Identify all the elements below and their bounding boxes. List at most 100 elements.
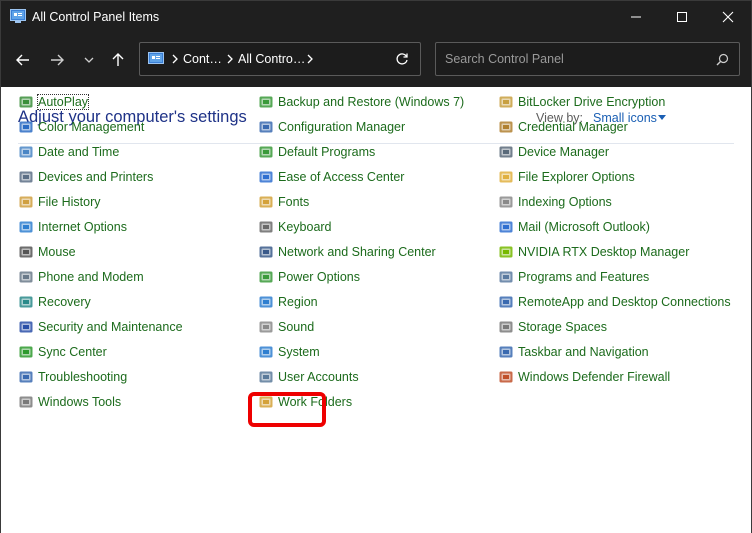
search-box[interactable]: Search Control Panel: [435, 42, 740, 76]
control-panel-item[interactable]: Credential Manager: [498, 114, 731, 139]
recent-locations-button[interactable]: [78, 49, 100, 71]
control-panel-item[interactable]: Taskbar and Navigation: [498, 339, 731, 364]
programs-icon: [499, 271, 513, 282]
default-programs-icon: [259, 146, 273, 157]
globe-icon: [19, 221, 33, 232]
control-panel-item[interactable]: File History: [18, 189, 183, 214]
item-label: Fonts: [278, 194, 310, 209]
control-panel-item[interactable]: Phone and Modem: [18, 264, 183, 289]
item-label: Storage Spaces: [518, 319, 607, 334]
control-panel-item[interactable]: BitLocker Drive Encryption: [498, 89, 731, 114]
items-column-1: AutoPlay Color Management Date and Time Dev…: [18, 89, 183, 414]
control-panel-item[interactable]: AutoPlay: [18, 89, 183, 114]
folder-options-icon: [499, 171, 513, 182]
control-panel-icon: [148, 52, 164, 66]
item-label: Devices and Printers: [38, 169, 154, 184]
control-panel-item[interactable]: RemoteApp and Desktop Connections: [498, 289, 731, 314]
control-panel-item[interactable]: Sync Center: [18, 339, 183, 364]
control-panel-item[interactable]: Indexing Options: [498, 189, 731, 214]
chevron-right-icon[interactable]: [306, 53, 314, 65]
phone-icon: [19, 271, 33, 282]
storage-icon: [499, 321, 513, 332]
control-panel-item[interactable]: Power Options: [258, 264, 464, 289]
printer-icon: [19, 171, 33, 182]
search-icon: [716, 53, 729, 71]
mouse-icon: [19, 246, 33, 257]
control-panel-item[interactable]: Windows Tools: [18, 389, 183, 414]
control-panel-item[interactable]: Recovery: [18, 289, 183, 314]
item-label: Windows Tools: [38, 394, 122, 409]
item-label: Mouse: [38, 244, 76, 259]
control-panel-item[interactable]: Device Manager: [498, 139, 731, 164]
control-panel-item[interactable]: Storage Spaces: [498, 314, 731, 339]
sync-icon: [19, 346, 33, 357]
control-panel-item[interactable]: Region: [258, 289, 464, 314]
item-label: Indexing Options: [518, 194, 612, 209]
control-panel-item[interactable]: Configuration Manager: [258, 114, 464, 139]
refresh-button[interactable]: [395, 52, 409, 71]
forward-button[interactable]: [46, 49, 68, 71]
item-label: Recovery: [38, 294, 91, 309]
maximize-button[interactable]: [659, 1, 705, 33]
control-panel-item[interactable]: Troubleshooting: [18, 364, 183, 389]
control-panel-item[interactable]: Programs and Features: [498, 264, 731, 289]
speaker-icon: [259, 321, 273, 332]
control-panel-item[interactable]: Backup and Restore (Windows 7): [258, 89, 464, 114]
item-label: Network and Sharing Center: [278, 244, 436, 259]
tools-icon: [19, 396, 33, 407]
autoplay-icon: [19, 96, 33, 107]
control-panel-item[interactable]: Ease of Access Center: [258, 164, 464, 189]
control-panel-item[interactable]: Internet Options: [18, 214, 183, 239]
item-label: Default Programs: [278, 144, 376, 159]
control-panel-item[interactable]: File Explorer Options: [498, 164, 731, 189]
fonts-icon: [259, 196, 273, 207]
breadcrumb-all-items[interactable]: All Contro…: [238, 52, 305, 66]
control-panel-item[interactable]: Mail (Microsoft Outlook): [498, 214, 731, 239]
item-label: Windows Defender Firewall: [518, 369, 671, 384]
item-label: RemoteApp and Desktop Connections: [518, 294, 731, 309]
chevron-down-icon: [84, 57, 94, 63]
item-label: Device Manager: [518, 144, 610, 159]
control-panel-icon: [10, 9, 26, 23]
control-panel-item[interactable]: Date and Time: [18, 139, 183, 164]
item-label: Troubleshooting: [38, 369, 128, 384]
system-icon: [259, 346, 273, 357]
control-panel-window: All Control Panel Items Cont… All Contro…: [0, 0, 752, 533]
control-panel-item[interactable]: User Accounts: [258, 364, 464, 389]
control-panel-item[interactable]: Security and Maintenance: [18, 314, 183, 339]
control-panel-item[interactable]: Color Management: [18, 114, 183, 139]
control-panel-item[interactable]: Network and Sharing Center: [258, 239, 464, 264]
control-panel-item[interactable]: Mouse: [18, 239, 183, 264]
control-panel-item[interactable]: Devices and Printers: [18, 164, 183, 189]
item-label: System: [278, 344, 320, 359]
clock-icon: [19, 146, 33, 157]
mail-icon: [499, 221, 513, 232]
control-panel-item[interactable]: System: [258, 339, 464, 364]
item-label: AutoPlay: [36, 93, 90, 110]
item-label: NVIDIA RTX Desktop Manager: [518, 244, 690, 259]
file-history-icon: [19, 196, 33, 207]
window-title: All Control Panel Items: [32, 10, 160, 24]
arrow-left-icon: [16, 54, 29, 66]
control-panel-item[interactable]: Default Programs: [258, 139, 464, 164]
nvidia-icon: [499, 246, 513, 257]
search-placeholder: Search Control Panel: [445, 52, 564, 66]
item-label: Backup and Restore (Windows 7): [278, 94, 465, 109]
taskbar-icon: [499, 346, 513, 357]
flag-icon: [19, 321, 33, 332]
control-panel-item[interactable]: Keyboard: [258, 214, 464, 239]
back-button[interactable]: [12, 49, 34, 71]
item-label: Ease of Access Center: [278, 169, 405, 184]
control-panel-item[interactable]: Fonts: [258, 189, 464, 214]
control-panel-item[interactable]: NVIDIA RTX Desktop Manager: [498, 239, 731, 264]
minimize-button[interactable]: [613, 1, 659, 33]
troubleshoot-icon: [19, 371, 33, 382]
up-button[interactable]: [107, 49, 129, 71]
control-panel-item[interactable]: Sound: [258, 314, 464, 339]
address-bar[interactable]: Cont… All Contro…: [139, 42, 421, 76]
close-button[interactable]: [705, 1, 751, 33]
breadcrumb-control-panel[interactable]: Cont…: [183, 52, 222, 66]
credential-icon: [499, 121, 513, 132]
control-panel-item[interactable]: Windows Defender Firewall: [498, 364, 731, 389]
indexing-icon: [499, 196, 513, 207]
